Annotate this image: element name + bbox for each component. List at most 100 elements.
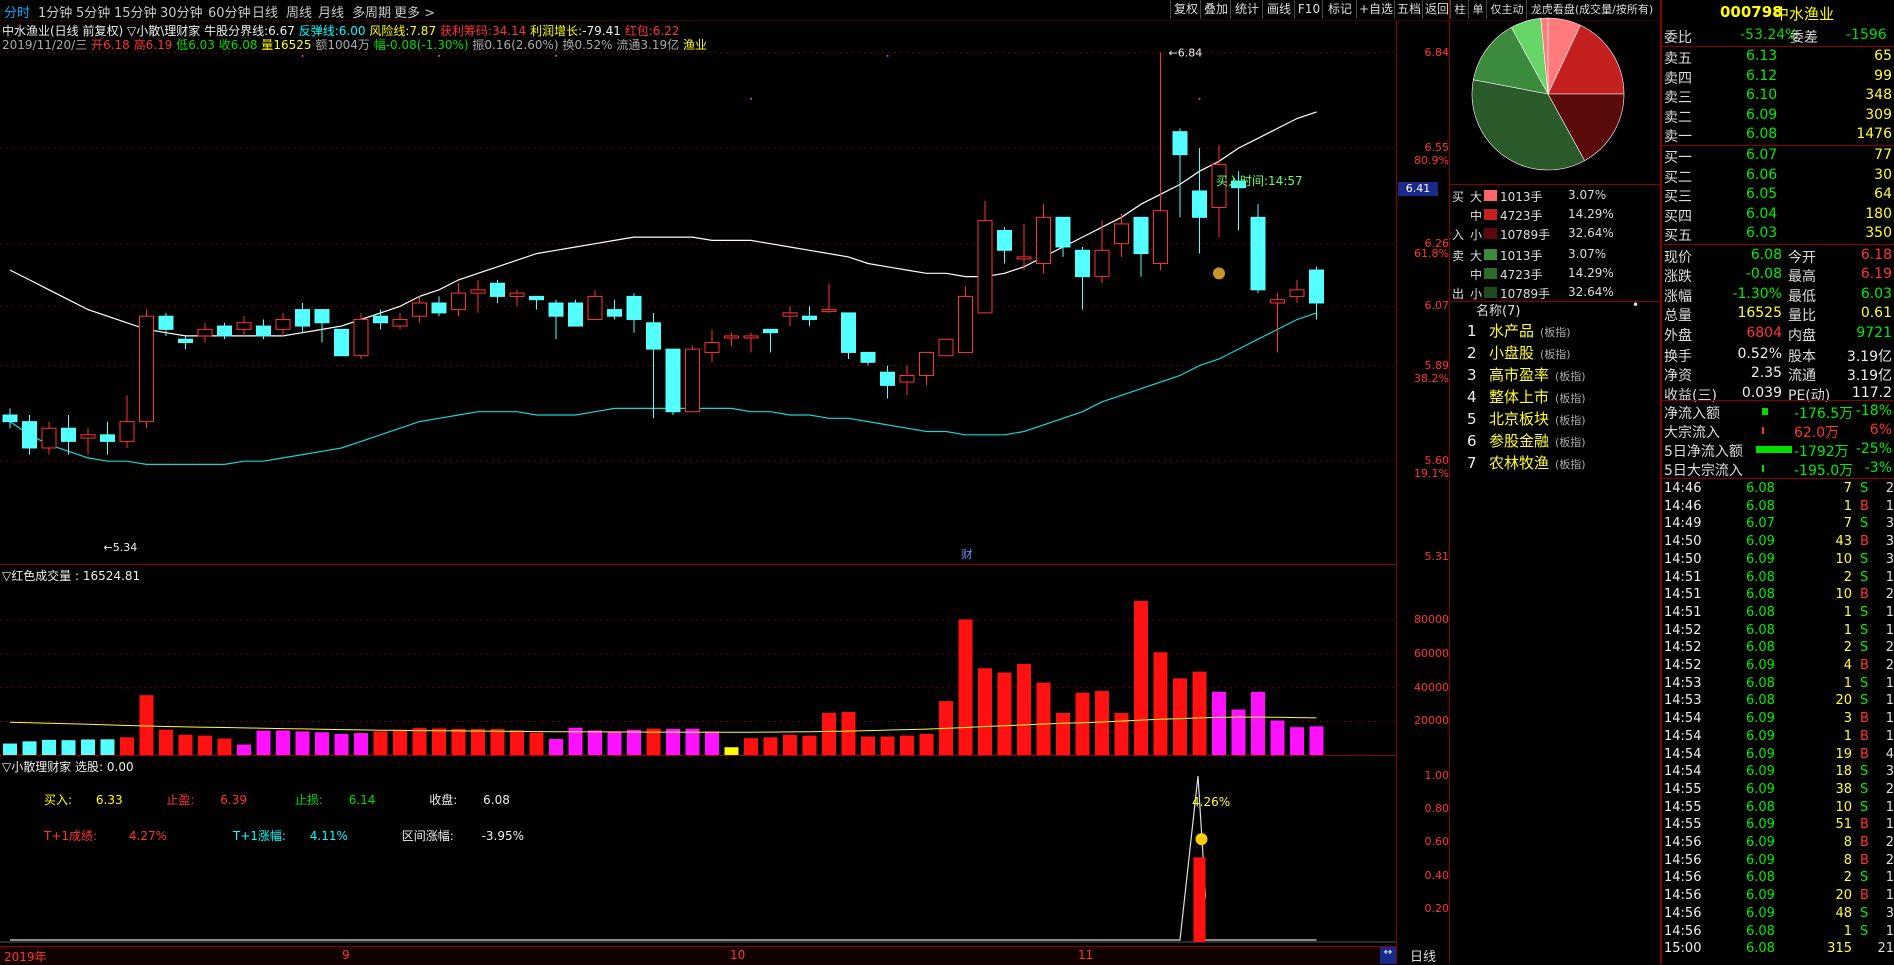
candle [1075, 246, 1090, 310]
sector-item-4[interactable]: 4 整体上市 (板指) [1467, 386, 1586, 407]
tick-price: 6.08 [1746, 622, 1775, 638]
flow-row: 买大 1013手 3.07% [1450, 187, 1660, 205]
tick-time: 14:52 [1664, 640, 1702, 656]
sector-item-6[interactable]: 6 参股金融 (板指) [1467, 430, 1586, 451]
sector-item-5[interactable]: 5 北京板块 (板指) [1467, 408, 1586, 429]
stat-value: 3.19亿 [1846, 349, 1892, 365]
period-tab-6[interactable]: 日线 [252, 2, 278, 21]
ask-label: 卖四 [1664, 70, 1692, 87]
candle [256, 319, 271, 340]
tick-row: 14:53 6.08 20 S 1 [1662, 692, 1894, 710]
volume-bar [471, 729, 485, 755]
toolbar-action-0[interactable]: 复权 [1170, 0, 1201, 19]
candle [529, 295, 544, 310]
sector-item-7[interactable]: 7 农林牧渔 (板指) [1467, 452, 1586, 473]
tick-direction: S [1860, 622, 1869, 638]
money-bag-icon [1213, 267, 1225, 280]
tick-volume: 4 [1843, 658, 1852, 673]
tick-time: 14:54 [1664, 764, 1702, 780]
tick-direction: S [1860, 923, 1869, 939]
price-axis-label-4: 5.89 [1424, 358, 1450, 372]
volume-bar [237, 744, 251, 755]
tick-volume: 7 [1843, 481, 1852, 496]
sector-item-1[interactable]: 1 水产品 (板指) [1467, 320, 1571, 341]
tick-count: 4 [1885, 746, 1894, 762]
scroll-handle[interactable]: ↔ [1380, 947, 1396, 964]
tick-count: 1 [1885, 622, 1894, 638]
toolbar-action-6[interactable]: +自选 [1356, 0, 1395, 19]
tick-direction: S [1860, 604, 1869, 620]
period-tab-1[interactable]: 1分钟 [38, 2, 72, 21]
flow-color-swatch [1484, 287, 1497, 298]
candle [548, 299, 564, 340]
period-tab-5[interactable]: 60分钟 [208, 2, 251, 21]
volume-bar [393, 729, 407, 755]
candle [41, 421, 57, 455]
volume-chart[interactable] [0, 565, 1396, 755]
candle [373, 309, 388, 330]
volume-bar [783, 734, 797, 755]
sector-item-3[interactable]: 3 高市盈率 (板指) [1467, 364, 1586, 385]
stat-label: 总量 [1664, 308, 1692, 325]
toolbar-action-8[interactable]: 返回 [1422, 0, 1451, 19]
candle [626, 293, 642, 333]
tick-time: 14:55 [1664, 817, 1702, 833]
signal-chart[interactable]: 4.26% [0, 756, 1396, 946]
period-tab-9[interactable]: 多周期 [352, 2, 391, 21]
high-price-marker: ←6.84 [1169, 47, 1203, 60]
volume-bar [978, 668, 992, 755]
tick-direction: B [1860, 587, 1869, 603]
candle [743, 332, 759, 353]
period-indicator[interactable]: 日线 [1396, 946, 1449, 965]
vol-axis-label-1: 60000 [1414, 646, 1449, 660]
period-tab-3[interactable]: 15分钟 [114, 2, 157, 21]
volume-bar [666, 728, 680, 755]
sector-tag: (板指) [1555, 414, 1586, 427]
toolbar-action-7[interactable]: 五档 [1394, 0, 1423, 19]
tick-price: 6.08 [1746, 923, 1775, 939]
toolbar-action-5[interactable]: 标记 [1322, 0, 1357, 19]
stat-row: 净资 2.35 流通 3.19亿 [1662, 364, 1894, 384]
candle [1036, 204, 1051, 274]
period-tab-4[interactable]: 30分钟 [160, 2, 203, 21]
stat-row: 现价 6.08 今开 6.18 [1662, 246, 1894, 266]
ask-price: 6.10 [1746, 87, 1778, 104]
date-label-11: 11 [1078, 948, 1094, 962]
tick-row: 14:52 6.09 4 B 2 [1662, 657, 1894, 675]
period-tab-2[interactable]: 5分钟 [76, 2, 110, 21]
candle [938, 338, 954, 357]
period-tab-8[interactable]: 月线 [318, 2, 344, 21]
period-tab-0[interactable]: 分时 [4, 2, 30, 21]
tick-volume: 19 [1835, 746, 1852, 762]
tick-time: 14:51 [1664, 604, 1702, 620]
event-dot [438, 54, 440, 57]
stat-value: 0.039 [1741, 384, 1782, 401]
period-tab-10[interactable]: 更多 > [394, 2, 435, 21]
period-tab-7[interactable]: 周线 [286, 2, 312, 21]
toolbar-action-1[interactable]: 叠加 [1200, 0, 1231, 19]
stat-value: 16525 [1737, 305, 1782, 322]
candlestick-chart[interactable]: ←6.84 ←5.34 买入时间:14:57 财 [0, 20, 1396, 564]
candle [568, 299, 583, 327]
volume-bar [217, 738, 232, 755]
ask-price: 6.12 [1746, 67, 1778, 84]
sector-item-2[interactable]: 2 小盘股 (板指) [1467, 342, 1571, 363]
volume-bar [22, 741, 37, 755]
bid-price: 6.07 [1746, 147, 1778, 163]
tick-price: 6.08 [1746, 481, 1775, 496]
toolbar-action-2[interactable]: 统计 [1230, 0, 1263, 19]
sig-axis-label-1: 0.80 [1424, 802, 1450, 816]
toolbar-action-3[interactable]: 画线 [1262, 0, 1295, 19]
candle [275, 312, 291, 336]
tick-row: 14:51 6.08 2 S 1 [1662, 569, 1894, 587]
toolbar-action-4[interactable]: F10 [1294, 0, 1323, 19]
tick-time: 14:56 [1664, 870, 1702, 886]
flow-color-swatch [1484, 209, 1497, 220]
tick-time: 14:56 [1664, 923, 1702, 939]
ask-label: 卖三 [1664, 90, 1692, 107]
price-axis-label-0: 6.84 [1424, 45, 1450, 59]
sector-list-menu-icon[interactable]: • [1632, 298, 1639, 312]
tick-direction: B [1860, 711, 1869, 727]
tick-volume: 51 [1835, 817, 1852, 833]
smiley-icon [1195, 833, 1208, 846]
